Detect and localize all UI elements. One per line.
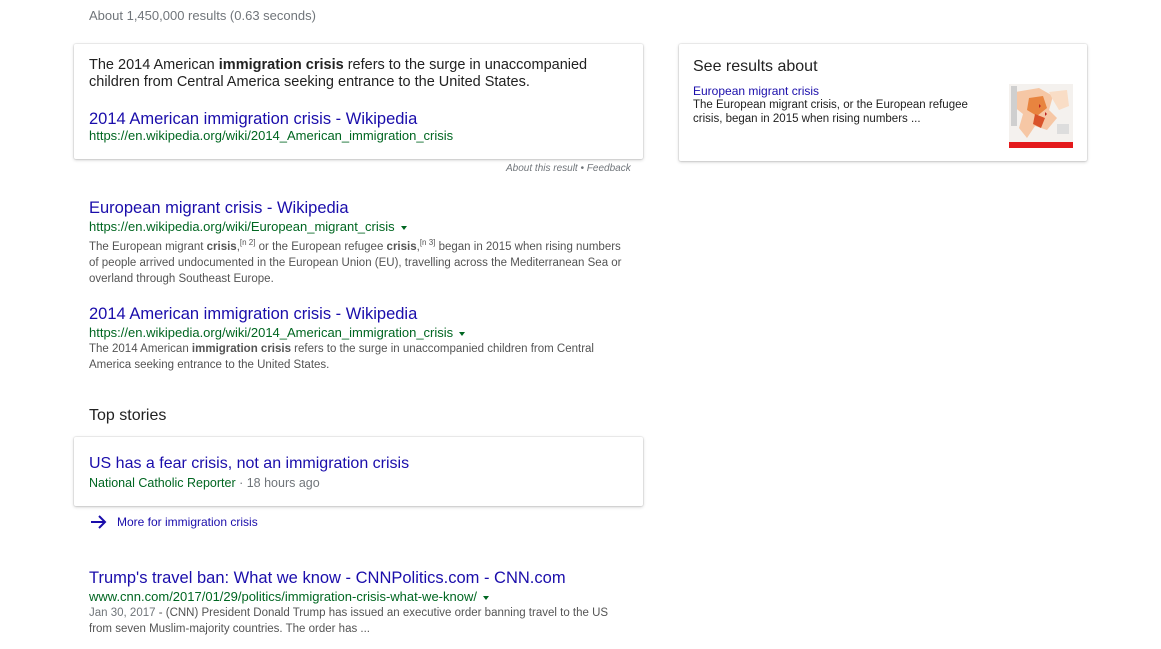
desc-part: The European migrant <box>89 240 207 253</box>
result-description: The 2014 American immigration crisis ref… <box>89 341 629 373</box>
about-feedback-row: About this result • Feedback <box>506 163 631 174</box>
snippet-text-bold: immigration crisis <box>218 57 344 73</box>
result-stats: About 1,450,000 results (0.63 seconds) <box>89 8 316 23</box>
top-stories-heading: Top stories <box>89 407 167 424</box>
result-url-row: https://en.wikipedia.org/wiki/2014_Ameri… <box>89 325 629 340</box>
arrow-right-icon <box>91 515 107 529</box>
story-time: 18 hours ago <box>246 476 320 490</box>
see-results-about-panel: See results about European migrant crisi… <box>679 44 1087 161</box>
dropdown-caret-icon[interactable] <box>482 595 489 600</box>
desc-bold: immigration crisis <box>191 343 291 355</box>
result-date: Jan 30, 2017 <box>89 607 156 619</box>
featured-snippet-url: https://en.wikipedia.org/wiki/2014_Ameri… <box>89 128 454 143</box>
top-story-card[interactable]: US has a fear crisis, not an immigration… <box>74 437 643 506</box>
desc-part: The 2014 American <box>89 343 192 355</box>
more-stories-label[interactable]: More for immigration crisis <box>117 515 258 529</box>
snippet-text-pre: The 2014 American <box>89 57 219 73</box>
desc-part: - (CNN) President Donald Trump has issue… <box>89 607 609 635</box>
result-title-link[interactable]: European migrant crisis - Wikipedia <box>89 199 629 218</box>
separator: • <box>577 163 587 174</box>
about-this-result-link[interactable]: About this result <box>506 163 578 174</box>
result-description: The European migrant crisis,[n 2] or the… <box>89 235 629 287</box>
result-url-row: www.cnn.com/2017/01/29/politics/immigrat… <box>89 589 629 604</box>
story-source: National Catholic Reporter <box>89 476 236 490</box>
side-panel-link[interactable]: European migrant crisis <box>693 84 819 98</box>
story-title-link[interactable]: US has a fear crisis, not an immigration… <box>89 455 409 473</box>
story-time-separator: · <box>235 476 247 490</box>
side-panel-description: The European migrant crisis, or the Euro… <box>693 99 968 125</box>
desc-bold: crisis <box>206 240 237 253</box>
featured-snippet-text: The 2014 American immigration crisis ref… <box>89 57 609 91</box>
result-title-link[interactable]: 2014 American immigration crisis - Wikip… <box>89 305 629 324</box>
search-result: European migrant crisis - Wikipedia http… <box>89 199 629 287</box>
dropdown-caret-icon[interactable] <box>459 331 466 336</box>
result-url: https://en.wikipedia.org/wiki/European_m… <box>89 219 395 234</box>
desc-part: or the European refugee <box>255 240 387 253</box>
dropdown-caret-icon[interactable] <box>400 225 407 230</box>
result-url: www.cnn.com/2017/01/29/politics/immigrat… <box>89 589 477 604</box>
desc-bold: crisis <box>386 240 417 253</box>
story-meta: National Catholic Reporter · 18 hours ag… <box>89 476 320 490</box>
search-result: 2014 American immigration crisis - Wikip… <box>89 305 629 373</box>
featured-snippet-link[interactable]: 2014 American immigration crisis - Wikip… <box>89 110 417 129</box>
feedback-link[interactable]: Feedback <box>587 163 631 174</box>
more-stories-link[interactable]: More for immigration crisis <box>89 514 258 530</box>
footnote-marker: [n 3] <box>419 238 436 247</box>
result-url-row: https://en.wikipedia.org/wiki/European_m… <box>89 219 629 234</box>
featured-snippet: The 2014 American immigration crisis ref… <box>74 44 643 159</box>
result-url: https://en.wikipedia.org/wiki/2014_Ameri… <box>89 325 454 340</box>
result-title-link[interactable]: Trump's travel ban: What we know - CNNPo… <box>89 569 629 588</box>
footnote-marker: [n 2] <box>239 238 256 247</box>
map-thumbnail[interactable] <box>1009 84 1073 148</box>
result-description: Jan 30, 2017 - (CNN) President Donald Tr… <box>89 605 629 637</box>
side-panel-title: See results about <box>693 58 818 75</box>
search-result: Trump's travel ban: What we know - CNNPo… <box>89 569 629 637</box>
